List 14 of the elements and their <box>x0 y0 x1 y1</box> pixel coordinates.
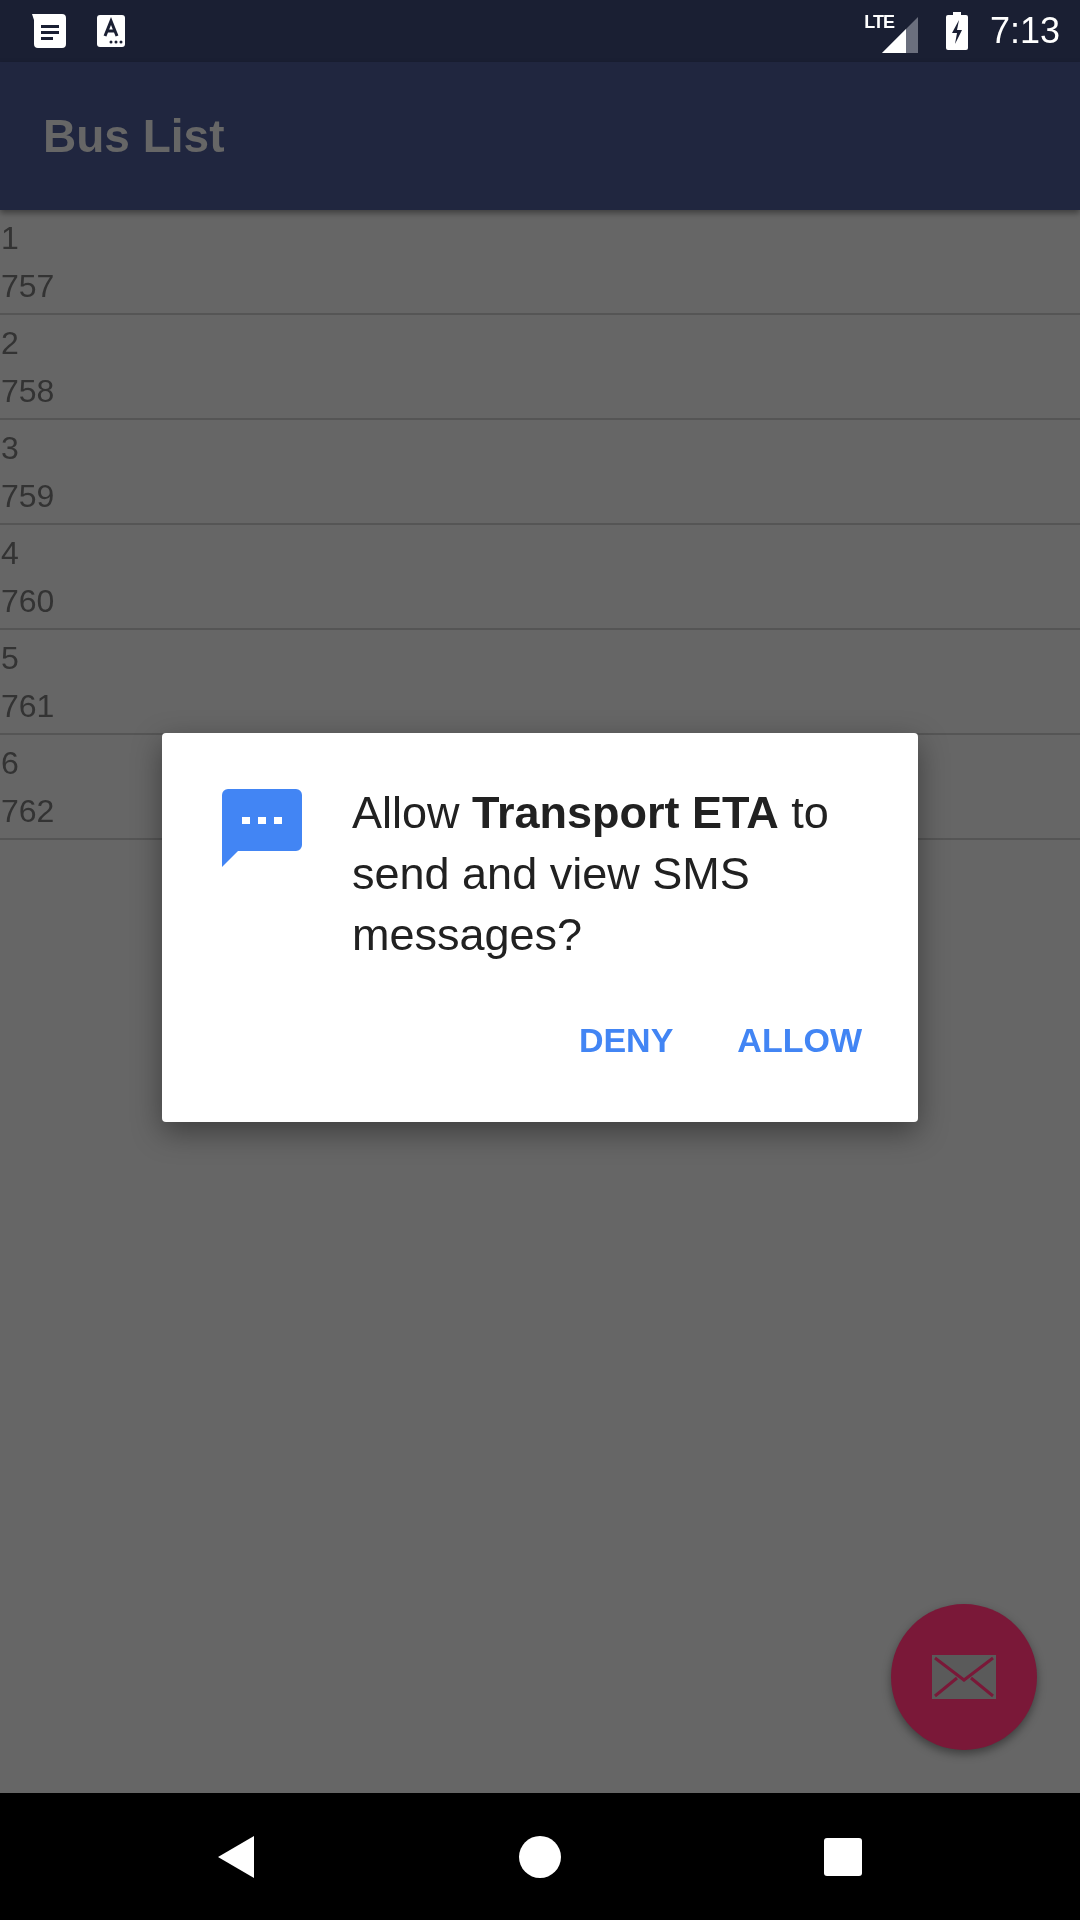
app-title: Bus List <box>43 109 225 163</box>
network-type: LTE <box>864 12 894 33</box>
deny-button[interactable]: DENY <box>558 1009 694 1072</box>
recents-icon[interactable] <box>824 1837 862 1876</box>
notes-notification-icon <box>30 12 68 50</box>
message-icon <box>222 789 302 867</box>
keyboard-a-icon <box>96 14 126 48</box>
permission-message: Allow Transport ETA to send and view SMS messages? <box>352 786 830 962</box>
battery-charging-icon <box>945 12 968 50</box>
clock: 7:13 <box>989 10 1060 52</box>
home-icon[interactable] <box>519 1835 561 1878</box>
back-icon[interactable] <box>216 1833 256 1880</box>
envelope-icon <box>932 1655 996 1699</box>
allow-button[interactable]: ALLOW <box>717 1009 882 1072</box>
